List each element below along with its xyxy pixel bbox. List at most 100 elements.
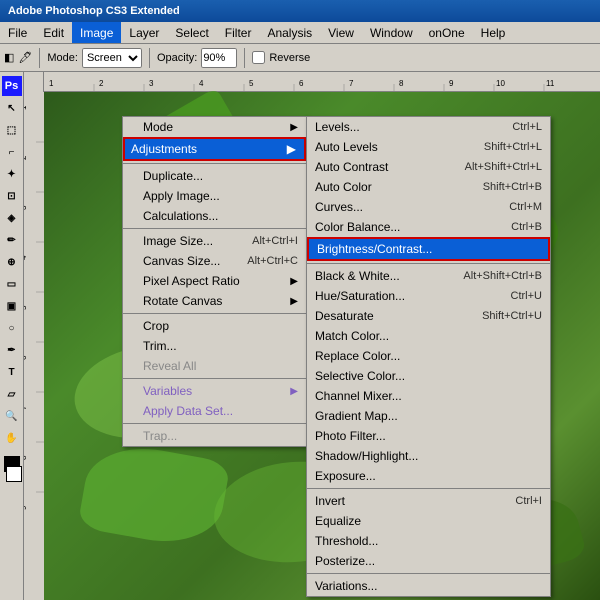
toolbar-sep2 <box>149 48 150 68</box>
sub-item-levels[interactable]: Levels... Ctrl+L <box>307 117 550 137</box>
sub-item-replace-color-label: Replace Color... <box>315 349 400 363</box>
toolbar-icon1: ◧ <box>4 51 14 64</box>
sub-sep-1 <box>307 263 550 264</box>
menu-item-pixel-aspect-ratio-label: Pixel Aspect Ratio <box>143 274 240 288</box>
sub-item-auto-levels[interactable]: Auto Levels Shift+Ctrl+L <box>307 137 550 157</box>
title-bar: Adobe Photoshop CS3 Extended <box>0 0 600 22</box>
menu-file[interactable]: File <box>0 22 35 43</box>
sub-item-selective-color[interactable]: Selective Color... <box>307 366 550 386</box>
sub-item-posterize[interactable]: Posterize... <box>307 551 550 571</box>
svg-text:6: 6 <box>24 355 28 360</box>
menu-onone[interactable]: onOne <box>421 22 473 43</box>
menu-item-variables[interactable]: Variables ▶ <box>123 381 306 401</box>
tool-hand[interactable]: ✋ <box>2 428 22 448</box>
sub-item-channel-mixer[interactable]: Channel Mixer... <box>307 386 550 406</box>
menu-image[interactable]: Image <box>72 22 121 43</box>
tool-eraser[interactable]: ▭ <box>2 274 22 294</box>
menu-item-duplicate[interactable]: Duplicate... <box>123 166 306 186</box>
menu-item-rotate-canvas-arrow: ▶ <box>290 296 298 307</box>
reverse-label: Reverse <box>269 52 310 64</box>
tool-clone[interactable]: ⊕ <box>2 252 22 272</box>
menu-select[interactable]: Select <box>167 22 216 43</box>
tool-gradient[interactable]: ▣ <box>2 296 22 316</box>
tool-dodge[interactable]: ○ <box>2 318 22 338</box>
tool-zoom[interactable]: 🔍 <box>2 406 22 426</box>
menu-layer[interactable]: Layer <box>121 22 167 43</box>
sub-item-match-color[interactable]: Match Color... <box>307 326 550 346</box>
menu-item-mode[interactable]: Mode ▶ <box>123 117 306 137</box>
menu-item-crop[interactable]: Crop <box>123 316 306 336</box>
svg-text:4: 4 <box>24 255 28 260</box>
sub-item-hue-saturation[interactable]: Hue/Saturation... Ctrl+U <box>307 286 550 306</box>
opacity-input[interactable] <box>201 48 237 68</box>
menu-item-rotate-canvas[interactable]: Rotate Canvas ▶ <box>123 291 306 311</box>
tool-pen[interactable]: ✒ <box>2 340 22 360</box>
menu-item-canvas-size[interactable]: Canvas Size... Alt+Ctrl+C <box>123 251 306 271</box>
tool-lasso[interactable]: ⌐ <box>2 142 22 162</box>
menu-item-adjustments[interactable]: Adjustments ▶ <box>123 137 306 161</box>
reverse-checkbox[interactable] <box>252 51 265 64</box>
sub-item-exposure[interactable]: Exposure... <box>307 466 550 486</box>
sub-item-invert-label: Invert <box>315 494 345 508</box>
sub-item-brightness-contrast[interactable]: Brightness/Contrast... <box>307 237 550 261</box>
svg-text:1: 1 <box>49 79 54 88</box>
menu-filter[interactable]: Filter <box>217 22 260 43</box>
tool-bg-color[interactable] <box>6 466 22 482</box>
tool-eyedropper[interactable]: ◈ <box>2 208 22 228</box>
menu-item-apply-data-set[interactable]: Apply Data Set... <box>123 401 306 421</box>
menu-item-pixel-aspect-ratio[interactable]: Pixel Aspect Ratio ▶ <box>123 271 306 291</box>
menu-item-calculations[interactable]: Calculations... <box>123 206 306 226</box>
sub-item-variations[interactable]: Variations... <box>307 576 550 596</box>
left-toolbar: Ps ↖ ⬚ ⌐ ✦ ⊡ ◈ ✏ ⊕ ▭ ▣ ○ ✒ T ▱ 🔍 ✋ <box>0 72 24 600</box>
sub-item-replace-color[interactable]: Replace Color... <box>307 346 550 366</box>
menu-bar: File Edit Image Layer Select Filter Anal… <box>0 22 600 44</box>
mode-select[interactable]: Screen Normal Multiply Overlay <box>82 48 142 68</box>
tool-crop[interactable]: ⊡ <box>2 186 22 206</box>
tool-shape[interactable]: ▱ <box>2 384 22 404</box>
menu-sep-2 <box>123 228 306 229</box>
menu-edit[interactable]: Edit <box>35 22 72 43</box>
sub-item-color-balance[interactable]: Color Balance... Ctrl+B <box>307 217 550 237</box>
menu-view[interactable]: View <box>320 22 362 43</box>
sub-item-black-white[interactable]: Black & White... Alt+Shift+Ctrl+B <box>307 266 550 286</box>
svg-text:11: 11 <box>546 79 555 88</box>
svg-text:10: 10 <box>496 79 505 88</box>
menu-analysis[interactable]: Analysis <box>259 22 320 43</box>
menu-item-trim[interactable]: Trim... <box>123 336 306 356</box>
main-area: Ps ↖ ⬚ ⌐ ✦ ⊡ ◈ ✏ ⊕ ▭ ▣ ○ ✒ T ▱ 🔍 ✋ 1 2 3 <box>0 72 600 600</box>
menu-window[interactable]: Window <box>362 22 421 43</box>
sub-item-equalize[interactable]: Equalize <box>307 511 550 531</box>
toolbar: ◧ 🖊 Mode: Screen Normal Multiply Overlay… <box>0 44 600 72</box>
sub-item-auto-color[interactable]: Auto Color Shift+Ctrl+B <box>307 177 550 197</box>
opacity-label: Opacity: <box>157 52 197 64</box>
sub-item-auto-contrast[interactable]: Auto Contrast Alt+Shift+Ctrl+L <box>307 157 550 177</box>
tool-move[interactable]: ↖ <box>2 98 22 118</box>
sub-item-invert[interactable]: Invert Ctrl+I <box>307 491 550 511</box>
menu-item-calculations-label: Calculations... <box>143 209 218 223</box>
menu-help[interactable]: Help <box>473 22 514 43</box>
svg-text:1: 1 <box>24 105 28 110</box>
sub-item-threshold[interactable]: Threshold... <box>307 531 550 551</box>
menu-item-image-size-label: Image Size... <box>143 234 213 248</box>
tool-wand[interactable]: ✦ <box>2 164 22 184</box>
tool-type[interactable]: T <box>2 362 22 382</box>
sub-item-hue-saturation-label: Hue/Saturation... <box>315 289 405 303</box>
sub-item-black-white-label: Black & White... <box>315 269 400 283</box>
tool-brush[interactable]: ✏ <box>2 230 22 250</box>
menu-item-adjustments-arrow: ▶ <box>287 142 296 156</box>
sub-item-photo-filter[interactable]: Photo Filter... <box>307 426 550 446</box>
menu-item-rotate-canvas-label: Rotate Canvas <box>143 294 222 308</box>
svg-text:8: 8 <box>24 455 28 460</box>
menu-item-apply-image[interactable]: Apply Image... <box>123 186 306 206</box>
sub-item-selective-color-label: Selective Color... <box>315 369 405 383</box>
sub-item-shadow-highlight[interactable]: Shadow/Highlight... <box>307 446 550 466</box>
sub-item-auto-levels-shortcut: Shift+Ctrl+L <box>484 141 542 153</box>
sub-item-variations-label: Variations... <box>315 579 377 593</box>
menu-item-image-size[interactable]: Image Size... Alt+Ctrl+I <box>123 231 306 251</box>
svg-text:4: 4 <box>199 79 204 88</box>
sub-item-desaturate[interactable]: Desaturate Shift+Ctrl+U <box>307 306 550 326</box>
sub-item-invert-shortcut: Ctrl+I <box>515 495 542 507</box>
sub-item-gradient-map[interactable]: Gradient Map... <box>307 406 550 426</box>
sub-item-curves[interactable]: Curves... Ctrl+M <box>307 197 550 217</box>
tool-select[interactable]: ⬚ <box>2 120 22 140</box>
